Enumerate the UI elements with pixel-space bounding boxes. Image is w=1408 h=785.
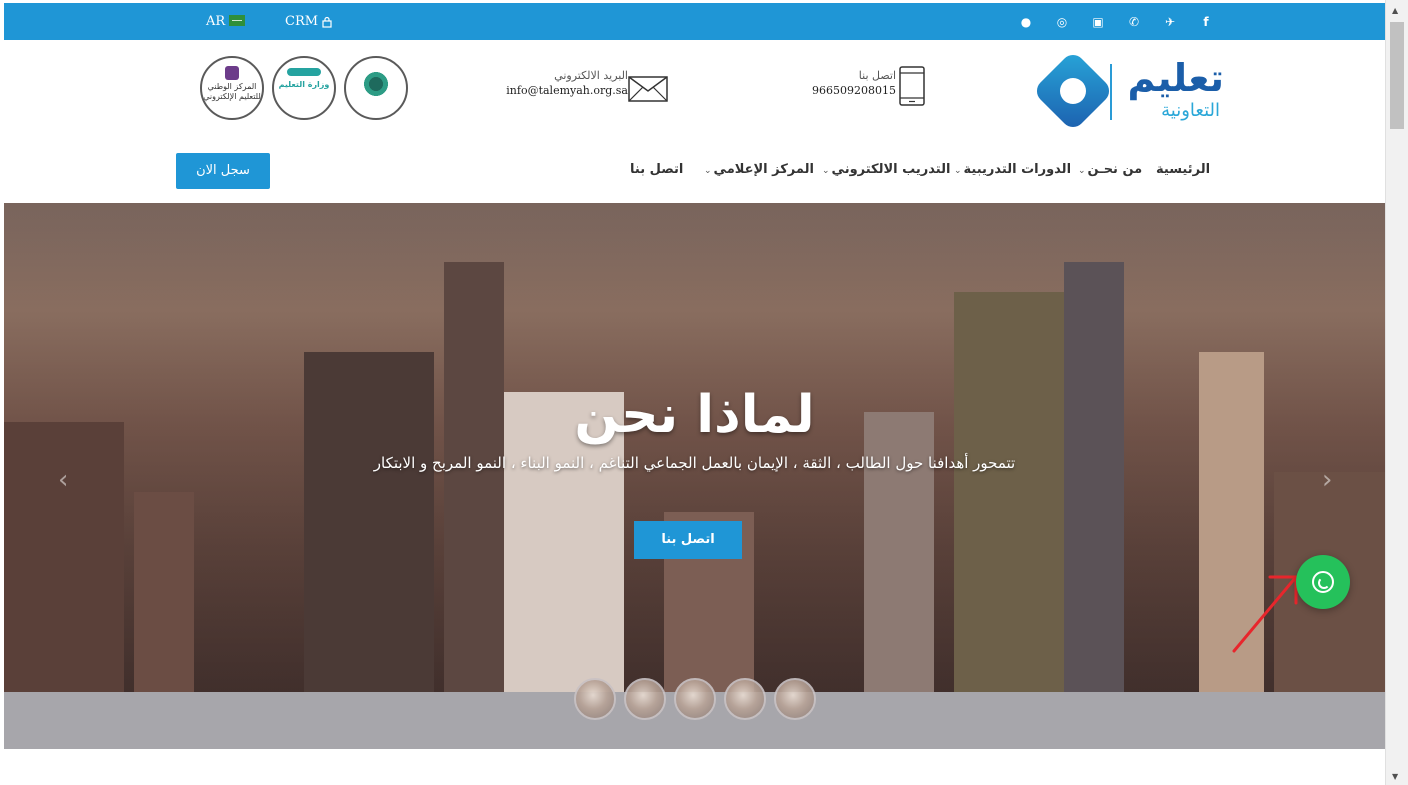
instagram-icon[interactable]: ◎ (1044, 15, 1080, 29)
language-label: AR (206, 14, 226, 29)
nav-item-contact[interactable]: اتصل بنا (630, 162, 683, 177)
youtube-icon[interactable]: ▣ (1080, 15, 1116, 29)
language-switch[interactable]: AR (206, 3, 246, 40)
whatsapp-icon (1312, 571, 1334, 593)
elearning-mark-icon (225, 66, 239, 80)
tvtc-seal-logo[interactable] (344, 56, 408, 120)
hero-title: لماذا نحن (574, 385, 815, 445)
phone-label: اتصل بنا (858, 69, 896, 82)
email-label: البريد الالكتروني (554, 69, 628, 82)
nav-item-about[interactable]: من نحـن⌄ (1078, 162, 1142, 177)
slide-thumbnail[interactable] (624, 678, 666, 720)
logo-title: تعليم (1127, 56, 1224, 100)
nav-contact-label: اتصل بنا (630, 162, 684, 177)
phone-value[interactable]: 966509208015 (804, 83, 896, 99)
nav-item-media-center[interactable]: المركز الإعلامي⌄ (704, 162, 814, 177)
slider-prev-arrow-icon[interactable]: ‹ (58, 465, 68, 495)
chevron-down-icon: ⌄ (822, 166, 830, 176)
lock-icon (322, 16, 332, 28)
seal2-text: وزارة التعليم (278, 80, 330, 89)
chevron-down-icon: ⌄ (954, 166, 962, 176)
email-value[interactable]: info@talemyah.org.sa (504, 83, 628, 99)
slide-thumbnail[interactable] (674, 678, 716, 720)
mobile-phone-icon (899, 66, 925, 106)
email-contact[interactable]: البريد الالكتروني info@talemyah.org.sa (504, 68, 628, 99)
nav-item-elearning[interactable]: التدريب الالكتروني⌄ (822, 162, 950, 177)
page-scrollbar[interactable]: ▲ ▼ (1385, 0, 1408, 785)
facebook-icon[interactable]: f (1188, 15, 1224, 29)
scroll-up-icon[interactable]: ▲ (1392, 6, 1398, 15)
crm-link[interactable]: CRM (285, 3, 332, 40)
nav-media-label: المركز الإعلامي (713, 162, 814, 177)
saudi-flag-icon (229, 15, 246, 26)
envelope-icon (628, 76, 668, 102)
phone-contact[interactable]: اتصل بنا 966509208015 (804, 68, 896, 99)
hero-subtitle: تتمحور أهدافنا حول الطالب ، الثقة ، الإي… (373, 454, 1016, 472)
national-elearning-center-logo[interactable]: المركز الوطني للتعليم الإلكتروني (200, 56, 264, 120)
slide-thumbnail[interactable] (574, 678, 616, 720)
hero-contact-button[interactable]: اتصل بنا (634, 521, 742, 559)
site-header: المركز الوطني للتعليم الإلكتروني وزارة ا… (4, 40, 1385, 138)
nav-item-courses[interactable]: الدورات التدريبية⌄ (954, 162, 1071, 177)
nav-about-label: من نحـن (1087, 162, 1143, 177)
slider-next-arrow-icon[interactable]: › (1322, 465, 1332, 495)
slider-thumbnails (574, 678, 824, 720)
hero-slider: لماذا نحن تتمحور أهدافنا حول الطالب ، ال… (4, 203, 1385, 692)
red-arrow-annotation-icon (1232, 575, 1298, 653)
logo-divider (1110, 64, 1112, 120)
whatsapp-chat-button[interactable] (1296, 555, 1350, 609)
crm-label: CRM (285, 14, 319, 29)
scroll-down-icon[interactable]: ▼ (1392, 772, 1398, 781)
site-logo[interactable]: تعليم التعاونية (1031, 48, 1224, 133)
ministry-mark-icon (287, 68, 321, 76)
ministry-of-education-logo[interactable]: وزارة التعليم (272, 56, 336, 120)
nav-item-home[interactable]: الرئيسية (1156, 162, 1210, 177)
social-links: ● ◎ ▣ ✆ ✈ f (1008, 3, 1224, 40)
whatsapp-icon[interactable]: ✆ (1116, 15, 1152, 29)
main-navigation: الرئيسية من نحـن⌄ الدورات التدريبية⌄ الت… (4, 138, 1385, 203)
nav-elearning-label: التدريب الالكتروني (831, 162, 951, 177)
logo-subtitle: التعاونية (1161, 100, 1220, 121)
slide-thumbnail[interactable] (724, 678, 766, 720)
nav-home-label: الرئيسية (1156, 162, 1211, 177)
nav-courses-label: الدورات التدريبية (963, 162, 1072, 177)
logo-emblem-icon (1031, 49, 1115, 133)
seal-emblem-icon (362, 70, 390, 98)
slide-thumbnail[interactable] (774, 678, 816, 720)
top-bar: AR CRM ● ◎ ▣ ✆ ✈ f (4, 3, 1385, 40)
chevron-down-icon: ⌄ (704, 166, 712, 176)
scrollbar-thumb[interactable] (1390, 22, 1404, 129)
seal1-text: المركز الوطني للتعليم الإلكتروني (203, 82, 261, 101)
snapchat-icon[interactable]: ● (1008, 15, 1044, 29)
twitter-icon[interactable]: ✈ (1152, 15, 1188, 29)
chevron-down-icon: ⌄ (1078, 166, 1086, 176)
register-now-button[interactable]: سجل الان (176, 153, 270, 189)
